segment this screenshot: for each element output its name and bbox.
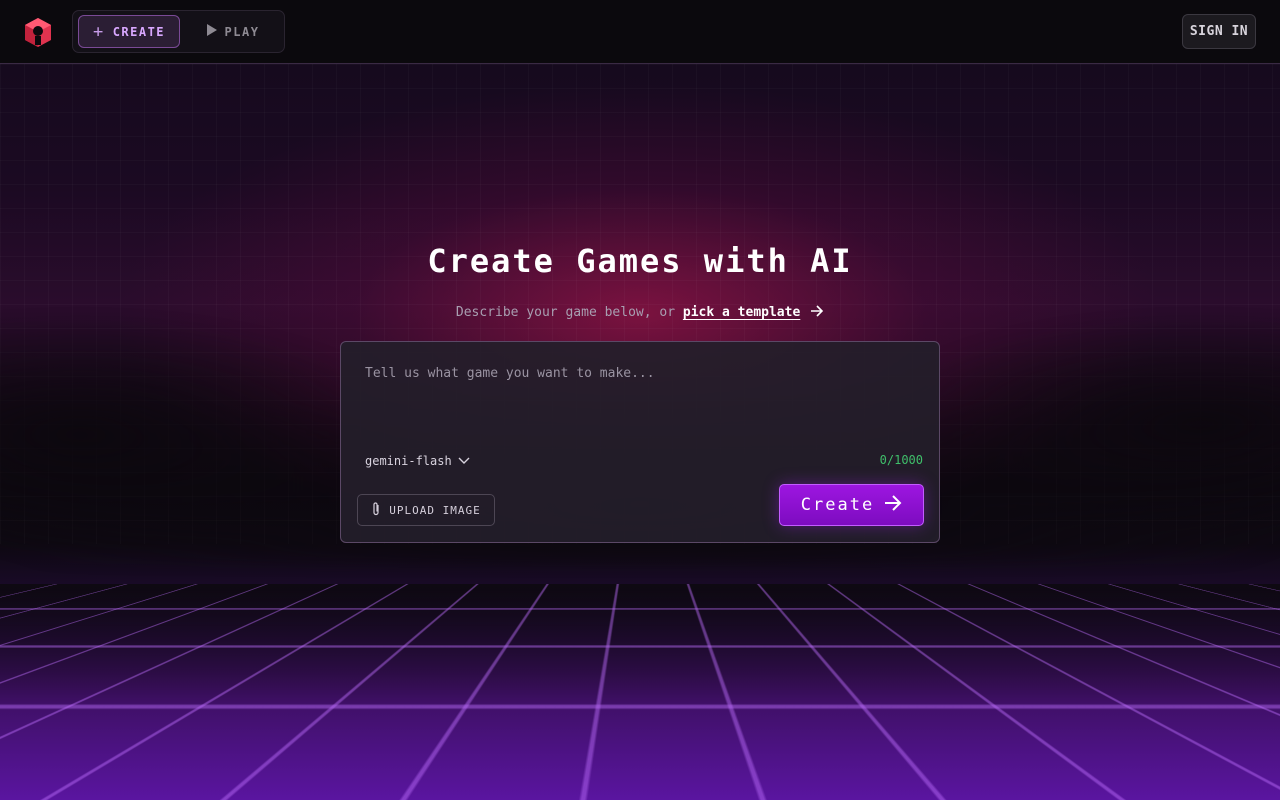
upload-image-button[interactable]: UPLOAD IMAGE — [357, 494, 495, 526]
character-count: 0/1000 — [880, 453, 923, 467]
page-subtitle: Describe your game below, or pick a temp… — [0, 305, 1280, 320]
page-title: Create Games with AI — [0, 242, 1280, 280]
tab-create[interactable]: + CREATE — [78, 15, 180, 48]
chevron-down-icon — [458, 454, 470, 468]
upload-image-label: UPLOAD IMAGE — [389, 504, 480, 517]
sign-in-button[interactable]: SIGN IN — [1182, 14, 1256, 49]
play-icon — [207, 24, 217, 39]
subtitle-text: Describe your game below, or — [456, 305, 675, 320]
arrow-right-icon — [802, 305, 824, 320]
grid-floor — [0, 584, 1280, 800]
cube-logo-icon[interactable] — [22, 16, 54, 48]
create-game-label: Create — [801, 495, 874, 515]
tab-play[interactable]: PLAY — [193, 15, 273, 48]
tab-play-label: PLAY — [225, 25, 260, 39]
game-prompt-card: gemini-flash 0/1000 UPLOAD IMAGE Create — [340, 341, 940, 543]
plus-icon: + — [93, 22, 105, 42]
tab-create-label: CREATE — [113, 25, 165, 39]
model-selector[interactable]: gemini-flash — [365, 452, 470, 470]
top-header: + CREATE PLAY SIGN IN — [0, 0, 1280, 64]
mode-switcher: + CREATE PLAY — [72, 10, 285, 53]
paperclip-icon — [371, 501, 381, 520]
game-prompt-input[interactable] — [357, 358, 925, 438]
arrow-right-icon — [884, 495, 902, 516]
model-selector-label: gemini-flash — [365, 454, 452, 468]
pick-template-link[interactable]: pick a template — [683, 305, 800, 320]
create-game-button[interactable]: Create — [779, 484, 924, 526]
